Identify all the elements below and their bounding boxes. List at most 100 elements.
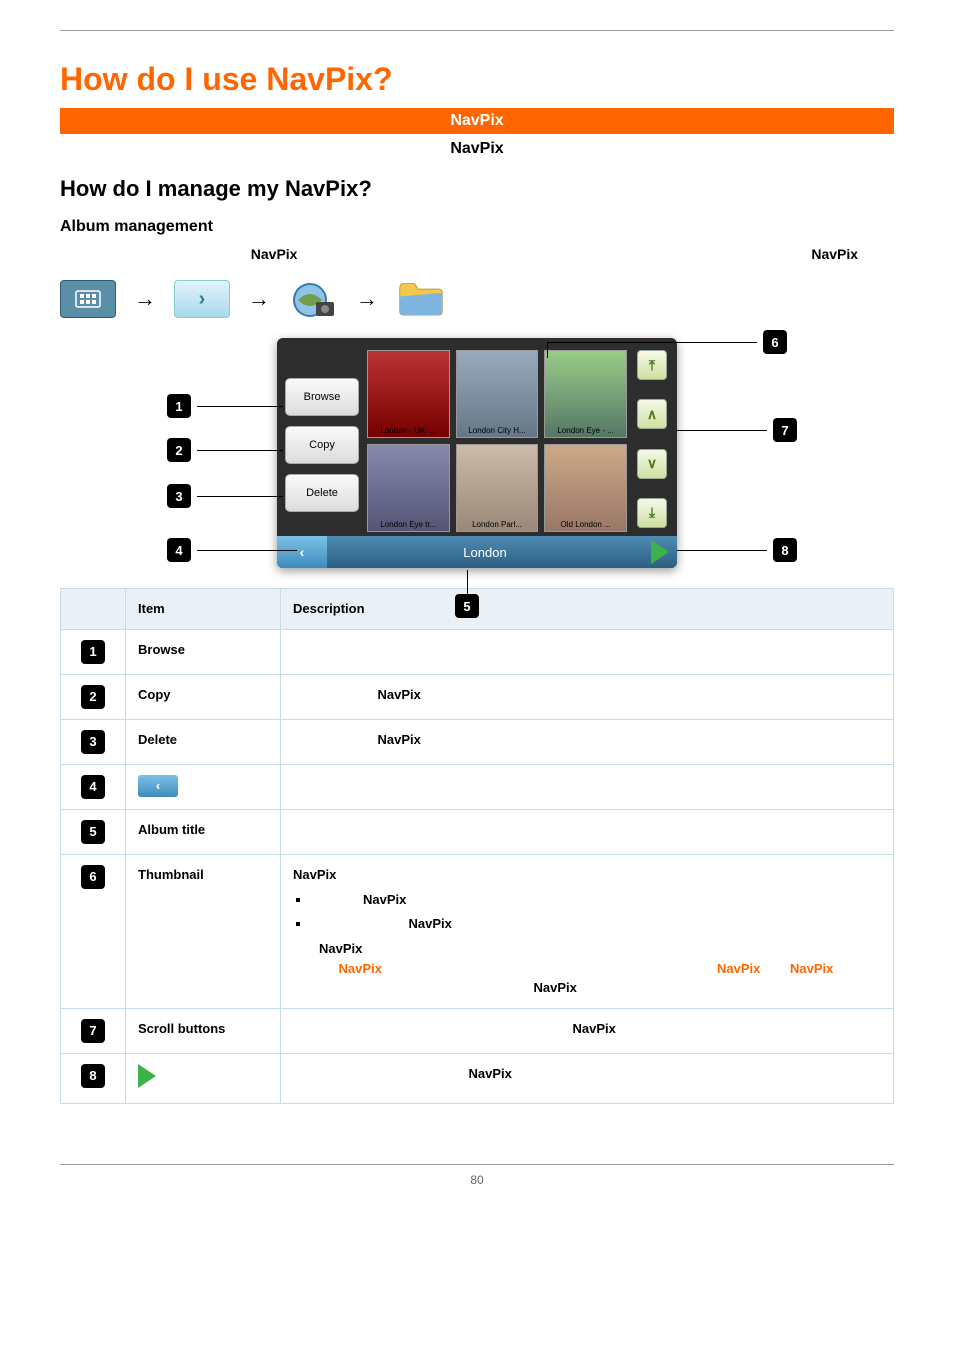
page-title: How do I use NavPix?: [60, 61, 894, 98]
row-item: Scroll buttons: [126, 1008, 281, 1053]
arrow-icon: →: [134, 286, 156, 312]
brand-label: NavPix: [469, 1066, 512, 1081]
callout-5: 5: [455, 594, 479, 618]
bar-brand: NavPix: [450, 112, 503, 129]
subbar-brand: NavPix: [450, 140, 503, 157]
go-icon[interactable]: [651, 540, 669, 564]
intro-line: xxxxxxxxxxxxxxxxxxxxxxxx NavPix xxxxxxxx…: [60, 246, 894, 262]
navpix-link[interactable]: NavPix: [339, 961, 382, 976]
row-desc: xxxxxxxxxxxxxNavPix: [281, 674, 894, 719]
row-item: Copy: [126, 674, 281, 719]
page-footer: 80: [60, 1164, 894, 1187]
subheading: How do I manage my NavPix?: [60, 176, 894, 202]
row-item: Thumbnail: [126, 854, 281, 1008]
row-item: Browse: [126, 629, 281, 674]
album-title: London: [327, 545, 643, 560]
callout-7: 7: [773, 418, 797, 442]
title-pre: How do I use: [60, 61, 266, 97]
thumbnail[interactable]: London City H...: [456, 350, 539, 438]
intro-brand1: NavPix: [251, 246, 298, 262]
scroll-top-icon[interactable]: ⤒: [637, 350, 667, 380]
folder-icon: [396, 278, 446, 320]
arrow-icon: →: [248, 286, 270, 312]
annotated-screenshot: Browse Copy Delete London - UK: ... Lond…: [177, 338, 777, 568]
row-num: 6: [81, 865, 105, 889]
thumbnail[interactable]: London Eye tr...: [367, 444, 450, 532]
section-subbar: NavPix: [60, 134, 894, 162]
page-number: 80: [470, 1173, 483, 1187]
list-item: xxxxxxxxNavPix: [311, 890, 881, 910]
brand-label: NavPix: [363, 892, 406, 907]
h2-brand: NavPix: [285, 176, 358, 201]
brand-label: NavPix: [378, 687, 421, 702]
navpix-link[interactable]: NavPix: [790, 961, 833, 976]
brand-label: NavPix: [573, 1021, 616, 1036]
back-icon: ‹: [138, 775, 178, 797]
subsubheading: Album management: [60, 218, 894, 236]
arrow-icon: →: [356, 286, 378, 312]
table-row: 7 Scroll buttons xxxxxxxxxxxxxxxxxxxxxxx…: [61, 1008, 894, 1053]
section-bar: NavPix: [60, 108, 894, 134]
row-num: 4: [81, 775, 105, 799]
row-item: [126, 1053, 281, 1104]
table-head-blank: [61, 589, 126, 630]
list-item: xxxxxxxxxxxxxxxNavPix: [311, 914, 881, 934]
callout-4: 4: [167, 538, 191, 562]
table-row: 4 ‹: [61, 764, 894, 809]
row-item: Delete: [126, 719, 281, 764]
brand-label: NavPix: [378, 732, 421, 747]
table-row: 3 Delete xxxxxxxxxxxxxNavPix: [61, 719, 894, 764]
callout-8: 8: [773, 538, 797, 562]
thumbnail[interactable]: Old London ...: [544, 444, 627, 532]
delete-button[interactable]: Delete: [285, 474, 359, 512]
row-desc: [281, 764, 894, 809]
breadcrumb: → › → →: [60, 278, 894, 320]
callout-3: 3: [167, 484, 191, 508]
row-desc: xxxxxxxxxxxxxNavPix: [281, 719, 894, 764]
row-num: 5: [81, 820, 105, 844]
table-row: 5 Album title: [61, 809, 894, 854]
row-num: 8: [81, 1064, 105, 1088]
title-brand: NavPix: [266, 61, 373, 97]
table-head-item: Item: [126, 589, 281, 630]
thumbnail[interactable]: London - UK: ...: [367, 350, 450, 438]
callout-6: 6: [763, 330, 787, 354]
brand-label: NavPix: [319, 941, 362, 956]
thumbnail[interactable]: London Eye - ...: [544, 350, 627, 438]
row-item: Album title: [126, 809, 281, 854]
h2-pre: How do I manage my: [60, 176, 285, 201]
scroll-down-icon[interactable]: ∨: [637, 449, 667, 479]
navpix-link[interactable]: NavPix: [717, 961, 760, 976]
row-num: 2: [81, 685, 105, 709]
row-num: 1: [81, 640, 105, 664]
scroll-up-icon[interactable]: ∧: [637, 399, 667, 429]
grid-icon: [60, 280, 116, 318]
brand-label: NavPix: [293, 867, 336, 882]
h2-post: ?: [358, 176, 371, 201]
row-num: 3: [81, 730, 105, 754]
browse-button[interactable]: Browse: [285, 378, 359, 416]
table-row: 8 xxxxxxxxxxxxxxxxxxxxxxxxxxxNavPix: [61, 1053, 894, 1104]
table-row: 1 Browse: [61, 629, 894, 674]
title-post: ?: [373, 61, 393, 97]
description-table: Item Description 1 Browse 2 Copy xxxxxxx…: [60, 588, 894, 1104]
brand-label: NavPix: [534, 980, 577, 995]
next-button-icon: ›: [174, 280, 230, 318]
thumbnail[interactable]: London Parl...: [456, 444, 539, 532]
table-head-desc: Description: [281, 589, 894, 630]
row-desc: [281, 629, 894, 674]
row-desc: xxxxxxxxxxxxxxxxxxxxxxxxxxxxxxxxxxxxxxxx…: [281, 1008, 894, 1053]
callout-1: 1: [167, 394, 191, 418]
table-row: 2 Copy xxxxxxxxxxxxxNavPix: [61, 674, 894, 719]
brand-label: NavPix: [409, 916, 452, 931]
scroll-bottom-icon[interactable]: ⤓: [637, 498, 667, 528]
row-num: 7: [81, 1019, 105, 1043]
callout-2: 2: [167, 438, 191, 462]
go-icon: [138, 1064, 156, 1088]
album-screen: Browse Copy Delete London - UK: ... Lond…: [277, 338, 677, 568]
globe-camera-icon: [288, 278, 338, 320]
row-desc: xxxxxxxxxxxxxxxxxxxxxxxxxxxNavPix: [281, 1053, 894, 1104]
row-item: ‹: [126, 764, 281, 809]
table-row: 6 Thumbnail NavPix xxxxxxxxNavPix xxxxxx…: [61, 854, 894, 1008]
copy-button[interactable]: Copy: [285, 426, 359, 464]
